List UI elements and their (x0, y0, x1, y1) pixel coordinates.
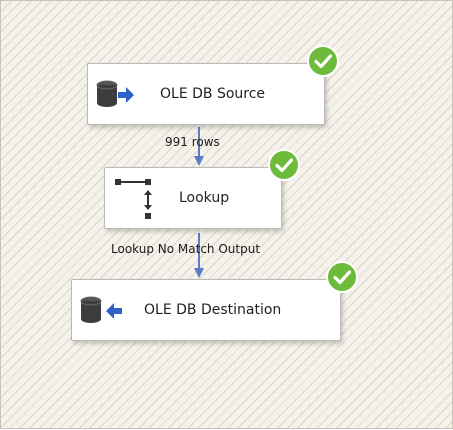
success-check-icon (268, 149, 300, 181)
task-label: OLE DB Destination (144, 302, 282, 318)
task-ole-db-source[interactable]: OLE DB Source (87, 63, 325, 125)
task-lookup[interactable]: Lookup (104, 167, 282, 229)
task-label: Lookup (179, 190, 230, 206)
database-destination-icon (80, 296, 122, 323)
path-label-no-match-output[interactable]: Lookup No Match Output (111, 242, 260, 256)
database-source-icon (96, 80, 134, 107)
success-check-icon (307, 45, 339, 77)
lookup-icon (115, 179, 152, 219)
success-check-icon (326, 261, 358, 293)
path-label-rows[interactable]: 991 rows (165, 135, 220, 149)
task-ole-db-destination[interactable]: OLE DB Destination (71, 279, 341, 341)
data-flow-canvas[interactable]: 991 rows Lookup No Match Output OLE DB S… (0, 0, 453, 429)
task-label: OLE DB Source (160, 86, 266, 102)
